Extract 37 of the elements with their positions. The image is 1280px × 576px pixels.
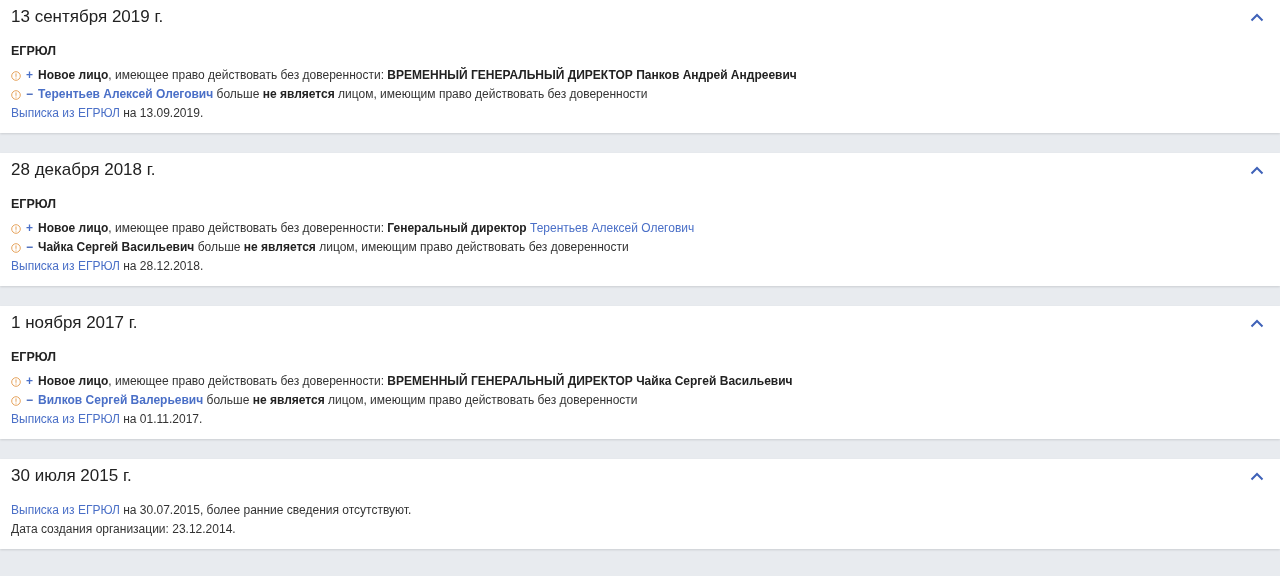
change-text: Чайка Сергей Васильевич больше не является лицом, имеющим право действовать без доверенности bbox=[38, 240, 629, 255]
change-sign: − bbox=[25, 393, 34, 408]
note-text: Выписка из ЕГРЮЛ на 13.09.2019. bbox=[11, 106, 205, 121]
change-sign: + bbox=[25, 221, 34, 236]
event-date: 1 ноября 2017 г. bbox=[11, 313, 138, 333]
event-date: 28 декабря 2018 г. bbox=[11, 160, 156, 180]
change-sign: + bbox=[25, 68, 34, 83]
link[interactable]: Выписка из ЕГРЮЛ bbox=[11, 106, 120, 120]
change-text: Новое лицо, имеющее право действовать без доверенности: Генеральный директор Терентьев Алексей Олегович bbox=[38, 221, 695, 236]
person-link[interactable]: Терентьев Алексей Олегович bbox=[38, 87, 214, 101]
source-label: ЕГРЮЛ bbox=[11, 197, 57, 212]
source-label: ЕГРЮЛ bbox=[11, 44, 57, 59]
info-icon bbox=[11, 242, 21, 253]
change-text: Терентьев Алексей Олегович больше не является лицом, имеющим право действовать без доверенности bbox=[38, 87, 648, 102]
info-icon bbox=[11, 89, 21, 100]
change-sign: − bbox=[25, 87, 34, 102]
link[interactable]: Выписка из ЕГРЮЛ bbox=[11, 412, 120, 426]
change-text: Новое лицо, имеющее право действовать без доверенности: ВРЕМЕННЫЙ ГЕНЕРАЛЬНЫЙ ДИРЕКТОР Панков Андрей Андреевич bbox=[38, 68, 797, 83]
info-icon bbox=[11, 70, 21, 81]
link[interactable]: Терентьев Алексей Олегович bbox=[530, 221, 695, 235]
change-text: Новое лицо, имеющее право действовать без доверенности: ВРЕМЕННЫЙ ГЕНЕРАЛЬНЫЙ ДИРЕКТОР Чайка Сергей Васильевич bbox=[38, 374, 793, 389]
change-sign: − bbox=[25, 240, 34, 255]
person-link[interactable]: Вилков Сергей Валерьевич bbox=[38, 393, 204, 407]
link[interactable]: Выписка из ЕГРЮЛ bbox=[11, 503, 120, 517]
info-icon bbox=[11, 395, 21, 406]
change-text: Вилков Сергей Валерьевич больше не является лицом, имеющим право действовать без доверенности bbox=[38, 393, 638, 408]
source-label: ЕГРЮЛ bbox=[11, 350, 57, 365]
info-icon bbox=[11, 376, 21, 387]
change-sign: + bbox=[25, 374, 34, 389]
link[interactable]: Выписка из ЕГРЮЛ bbox=[11, 259, 120, 273]
event-date: 30 июля 2015 г. bbox=[11, 466, 132, 486]
info-icon bbox=[11, 223, 21, 234]
note-text: Выписка из ЕГРЮЛ на 28.12.2018. bbox=[11, 259, 205, 274]
note-text: Дата создания организации: 23.12.2014. bbox=[11, 522, 237, 537]
event-date: 13 сентября 2019 г. bbox=[11, 7, 164, 27]
note-text: Выписка из ЕГРЮЛ на 30.07.2015, более ранние сведения отсутствуют. bbox=[11, 503, 413, 518]
note-text: Выписка из ЕГРЮЛ на 01.11.2017. bbox=[11, 412, 204, 427]
